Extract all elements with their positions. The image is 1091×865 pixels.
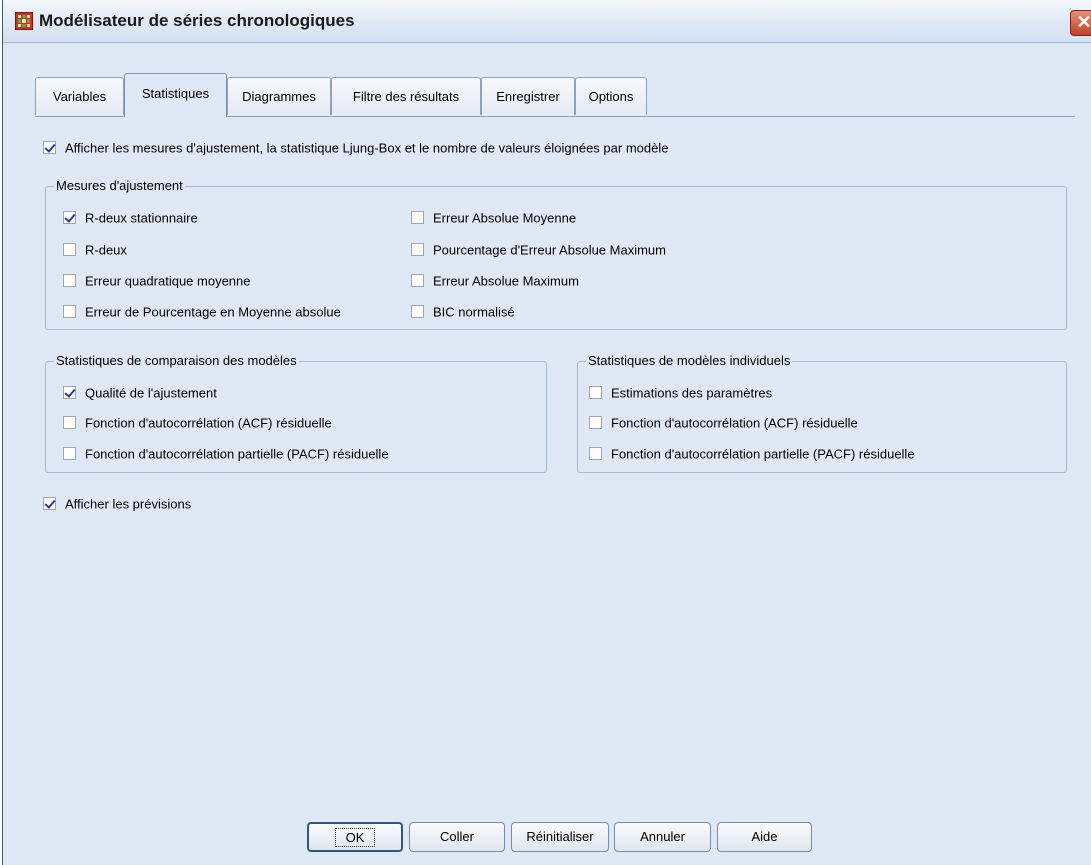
checkbox-box[interactable] (63, 273, 76, 287)
cancel-button[interactable]: Annuler (614, 822, 711, 852)
checkbox-box[interactable] (63, 446, 76, 460)
checkbox-box[interactable] (43, 496, 56, 510)
display-fit-checkbox[interactable]: Afficher les mesures d'ajustement, la st… (43, 138, 668, 158)
checkbox-box[interactable] (63, 242, 76, 256)
tab-options[interactable]: Options (575, 77, 647, 115)
comparison-label: Qualité de l'ajustement (85, 385, 217, 401)
individual-label: Fonction d'autocorrélation (ACF) résidue… (611, 415, 858, 431)
fit-maxape[interactable]: Pourcentage d'Erreur Absolue Maximum (411, 240, 666, 260)
fit-maxae[interactable]: Erreur Absolue Maximum (411, 271, 579, 291)
reset-button[interactable]: Réinitialiser (511, 822, 609, 852)
tab-filtre-resultats[interactable]: Filtre des résultats (331, 77, 481, 115)
tab-enregistrer[interactable]: Enregistrer (481, 77, 575, 115)
comparison-goodness[interactable]: Qualité de l'ajustement (63, 383, 217, 403)
fit-label: BIC normalisé (433, 304, 515, 320)
ok-label: OK (334, 828, 376, 847)
comparison-legend: Statistiques de comparaison des modèles (54, 353, 299, 369)
fit-bic[interactable]: BIC normalisé (411, 302, 515, 322)
fit-label: Erreur de Pourcentage en Moyenne absolue (85, 304, 341, 320)
comparison-acf[interactable]: Fonction d'autocorrélation (ACF) résidue… (63, 413, 332, 433)
individual-label: Estimations des paramètres (611, 385, 773, 401)
individual-label: Fonction d'autocorrélation partielle (PA… (611, 446, 915, 462)
fit-measures-legend: Mesures d'ajustement (54, 178, 185, 194)
tab-panel-border (35, 116, 1075, 125)
ok-button[interactable]: OK (307, 822, 403, 852)
checkbox-box[interactable] (63, 210, 76, 224)
fit-r2-stationary[interactable]: R-deux stationnaire (63, 208, 198, 228)
fit-mape[interactable]: Erreur de Pourcentage en Moyenne absolue (63, 302, 341, 322)
checkbox-box[interactable] (63, 385, 76, 399)
display-fit-label: Afficher les mesures d'ajustement, la st… (65, 140, 669, 156)
window-title: Modélisateur de séries chronologiques (39, 11, 355, 30)
close-icon[interactable]: ✕ (1070, 10, 1091, 36)
tab-statistiques[interactable]: Statistiques (124, 73, 227, 117)
fit-r2[interactable]: R-deux (63, 240, 127, 260)
fit-mae[interactable]: Erreur Absolue Moyenne (411, 208, 576, 228)
checkbox-box[interactable] (43, 140, 56, 154)
comparison-label: Fonction d'autocorrélation partielle (PA… (85, 446, 389, 462)
checkbox-box[interactable] (411, 304, 424, 318)
individual-legend: Statistiques de modèles individuels (586, 353, 793, 369)
checkbox-box[interactable] (589, 385, 602, 399)
fit-label: R-deux (85, 242, 127, 258)
fit-label: Erreur Absolue Maximum (433, 273, 579, 289)
fit-label: Erreur Absolue Moyenne (433, 210, 577, 226)
checkbox-box[interactable] (63, 304, 76, 318)
help-button[interactable]: Aide (717, 822, 812, 852)
fit-label: R-deux stationnaire (85, 210, 198, 226)
app-table-icon (15, 12, 33, 30)
checkbox-box[interactable] (411, 210, 424, 224)
comparison-label: Fonction d'autocorrélation (ACF) résidue… (85, 415, 332, 431)
fit-label: Pourcentage d'Erreur Absolue Maximum (433, 242, 666, 258)
paste-button[interactable]: Coller (409, 822, 505, 852)
individual-params[interactable]: Estimations des paramètres (589, 383, 772, 403)
show-forecasts-label: Afficher les prévisions (65, 496, 192, 512)
individual-acf[interactable]: Fonction d'autocorrélation (ACF) résidue… (589, 413, 858, 433)
fit-rmse[interactable]: Erreur quadratique moyenne (63, 271, 251, 291)
checkbox-box[interactable] (589, 446, 602, 460)
checkbox-box[interactable] (411, 242, 424, 256)
checkbox-box[interactable] (589, 415, 602, 429)
checkbox-box[interactable] (411, 273, 424, 287)
individual-pacf[interactable]: Fonction d'autocorrélation partielle (PA… (589, 444, 915, 464)
title-bar: Modélisateur de séries chronologiques ✕ (3, 0, 1091, 43)
tab-variables[interactable]: Variables (35, 77, 124, 115)
fit-label: Erreur quadratique moyenne (85, 273, 251, 289)
dialog-window: Modélisateur de séries chronologiques ✕ … (2, 0, 1091, 865)
show-forecasts-checkbox[interactable]: Afficher les prévisions (43, 494, 191, 514)
comparison-pacf[interactable]: Fonction d'autocorrélation partielle (PA… (63, 444, 389, 464)
checkbox-box[interactable] (63, 415, 76, 429)
tab-diagrammes[interactable]: Diagrammes (227, 77, 331, 115)
